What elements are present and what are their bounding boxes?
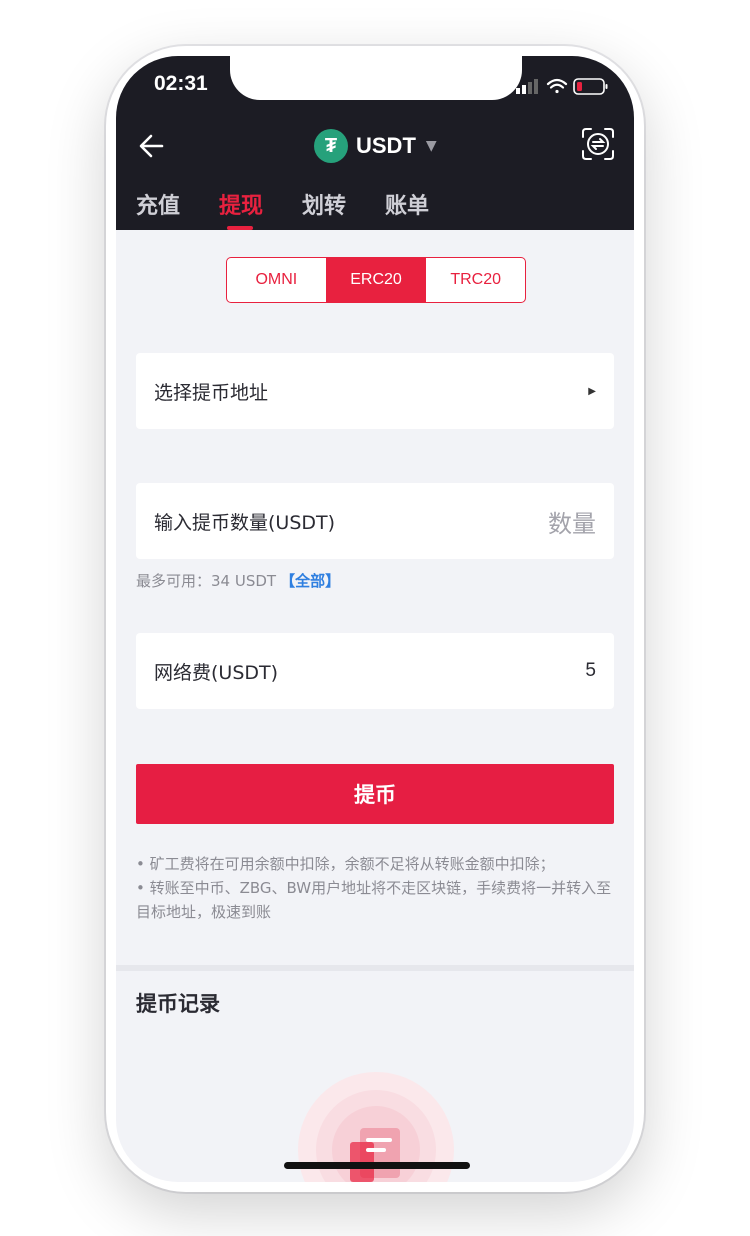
note-item: • 矿工费将在可用余额中扣除，余额不足将从转账金额中扣除； <box>136 855 555 873</box>
available-balance: 最多可用：34 USDT 【全部】 <box>136 570 340 591</box>
coin-selector[interactable]: ₮ USDT ▼ <box>314 126 437 166</box>
address-selector[interactable]: 选择提币地址 ▶ <box>136 353 614 429</box>
fee-value: 5 <box>585 660 596 681</box>
chain-selector: OMNI ERC20 TRC20 <box>226 257 526 303</box>
note-item: • 转账至中币、ZBG、BW用户地址将不走区块链，手续费将一并转入至目标地址，极… <box>136 879 612 921</box>
tab-withdraw[interactable]: 提现 <box>219 188 263 230</box>
address-label: 选择提币地址 <box>154 381 269 404</box>
chain-erc20[interactable]: ERC20 <box>326 258 427 302</box>
caret-down-icon: ▼ <box>425 138 437 154</box>
home-indicator[interactable] <box>284 1162 470 1169</box>
device-notch <box>230 56 522 100</box>
tab-transfer[interactable]: 划转 <box>302 188 346 220</box>
section-divider <box>116 965 634 971</box>
battery-icon <box>573 78 608 95</box>
amount-input[interactable]: 数量 <box>548 504 596 539</box>
available-text: 最多可用：34 USDT <box>136 572 277 590</box>
app-screen: 02:31 ₮ USDT ▼ 充值 提现 划转 账单 OMNI ERC20 TR… <box>116 56 634 1182</box>
chain-trc20[interactable]: TRC20 <box>426 258 525 302</box>
status-icons <box>516 78 608 95</box>
records-title: 提币记录 <box>136 992 220 1016</box>
back-arrow-icon[interactable] <box>136 130 168 162</box>
wifi-icon <box>546 78 568 94</box>
tab-deposit[interactable]: 充值 <box>136 188 180 220</box>
withdraw-all-link[interactable]: 【全部】 <box>280 572 340 590</box>
network-fee-row: 网络费(USDT) 5 <box>136 633 614 709</box>
swap-scan-icon[interactable] <box>580 126 616 162</box>
tab-bar: 充值 提现 划转 账单 <box>136 188 468 230</box>
tab-bill[interactable]: 账单 <box>385 188 429 220</box>
tether-icon: ₮ <box>314 129 348 163</box>
amount-field[interactable]: 输入提币数量(USDT) 数量 <box>136 483 614 559</box>
signal-icon <box>516 79 538 94</box>
withdraw-notes: • 矿工费将在可用余额中扣除，余额不足将从转账金额中扣除； • 转账至中币、ZB… <box>136 852 614 924</box>
chevron-right-icon: ▶ <box>588 385 596 397</box>
status-time: 02:31 <box>154 72 208 95</box>
fee-label: 网络费(USDT) <box>154 661 279 684</box>
chain-omni[interactable]: OMNI <box>227 258 327 302</box>
header: 02:31 ₮ USDT ▼ 充值 提现 划转 账单 <box>116 56 634 230</box>
withdraw-button[interactable]: 提币 <box>136 764 614 824</box>
coin-name: USDT <box>356 133 416 158</box>
amount-label: 输入提币数量(USDT) <box>154 511 336 534</box>
